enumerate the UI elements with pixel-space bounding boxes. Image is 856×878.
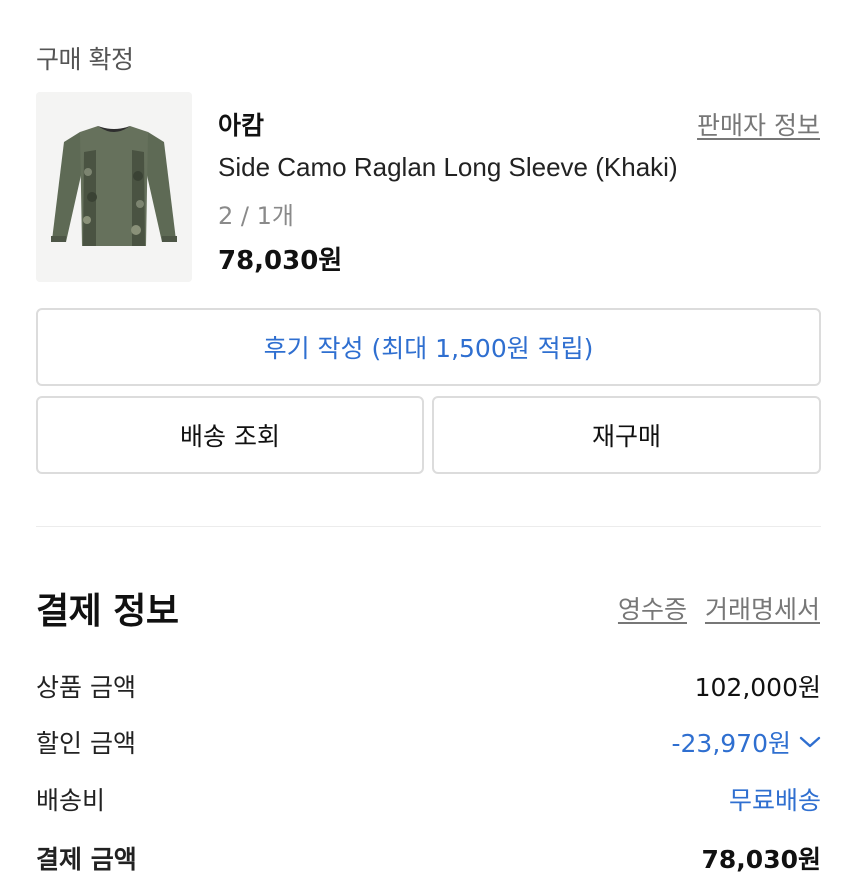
total-payment-label: 결제 금액 [36,845,137,874]
product-amount-label: 상품 금액 [36,673,136,702]
discount-amount-toggle[interactable]: -23,970원 [672,724,822,760]
seller-info-link[interactable]: 판매자 정보 [697,106,820,142]
discount-amount-label: 할인 금액 [36,729,136,758]
product-option: 2 / 1개 [218,202,294,230]
product-amount-value: 102,000원 [694,673,821,702]
rebuy-button[interactable]: 재구매 [432,396,821,474]
total-payment-row: 결제 금액 78,030원 [36,838,821,878]
product-price: 78,030원 [218,246,343,276]
chevron-down-icon[interactable] [799,735,821,749]
total-payment-value: 78,030원 [701,845,821,874]
shipping-fee-value: 무료배송 [728,786,821,815]
order-status-label: 구매 확정 [36,45,134,74]
discount-amount-value: -23,970원 [671,729,792,758]
long-sleeve-shirt-icon [36,92,192,282]
shipping-fee-row: 배송비 무료배송 [36,779,821,819]
write-review-button[interactable]: 후기 작성 (최대 1,500원 적립) [36,308,821,386]
section-divider [36,526,821,527]
shipping-fee-label: 배송비 [36,786,106,815]
discount-amount-row[interactable]: 할인 금액 -23,970원 [36,722,821,762]
product-name[interactable]: Side Camo Raglan Long Sleeve (Khaki) [218,152,678,183]
brand-name: 아캄 [218,111,265,140]
product-amount-row: 상품 금액 102,000원 [36,666,821,706]
payment-info-title: 결제 정보 [36,591,179,632]
receipt-link[interactable]: 영수증 [618,590,687,626]
payment-document-links: 영수증 거래명세서 [618,590,820,626]
product-thumbnail[interactable] [36,92,192,282]
transaction-statement-link[interactable]: 거래명세서 [705,590,820,626]
product-summary: 아캄 판매자 정보 Side Camo Raglan Long Sleeve (… [36,92,820,282]
track-delivery-button[interactable]: 배송 조회 [36,396,424,474]
